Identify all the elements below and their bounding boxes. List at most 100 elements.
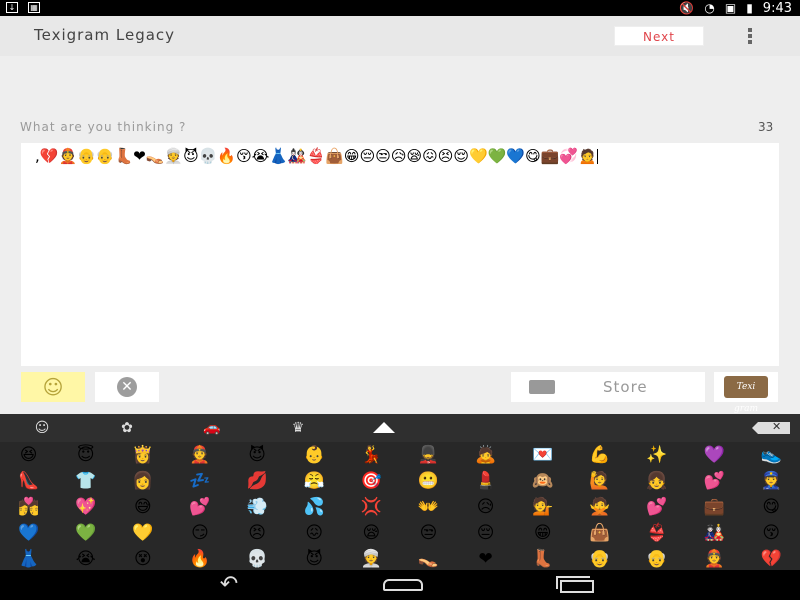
next-button[interactable]: Next	[614, 26, 704, 46]
emoji-key[interactable]: 👟	[743, 442, 800, 468]
emoji-key[interactable]: ✨	[628, 442, 685, 468]
mute-icon: 🔇	[679, 1, 695, 15]
emoji-key[interactable]: 💤	[171, 468, 228, 494]
emoji-key[interactable]: 🎯	[343, 468, 400, 494]
emoji-key[interactable]: 💚	[57, 520, 114, 546]
emoji-key[interactable]: 😇	[57, 442, 114, 468]
emoji-key[interactable]: 👡	[400, 546, 457, 570]
app-title: Texigram Legacy	[34, 26, 176, 44]
emoji-key[interactable]: 💌	[514, 442, 571, 468]
back-icon[interactable]: ↶	[204, 574, 254, 596]
emoji-key[interactable]: 💢	[343, 494, 400, 520]
overflow-menu-icon[interactable]	[746, 27, 754, 45]
emoji-key[interactable]: 💖	[57, 494, 114, 520]
tab-symbols[interactable]: ♛	[278, 414, 318, 442]
emoji-key[interactable]: 😖	[286, 520, 343, 546]
recent-apps-icon[interactable]	[550, 575, 600, 595]
tab-people-active[interactable]	[364, 414, 404, 442]
emoji-key[interactable]: 💕	[171, 494, 228, 520]
emoji-key[interactable]: 👸	[114, 442, 171, 468]
emoji-key[interactable]: 💙	[0, 520, 57, 546]
emoji-key[interactable]: 🔥	[171, 546, 228, 570]
emoji-key[interactable]: 💦	[286, 494, 343, 520]
emoji-key[interactable]: 💼	[686, 494, 743, 520]
sim-icon: ▣	[724, 1, 737, 15]
backspace-icon[interactable]: ✕	[752, 420, 792, 434]
emoji-key[interactable]: 🙅	[571, 494, 628, 520]
emoji-key[interactable]: 😔	[457, 520, 514, 546]
emoji-key[interactable]: 😏	[171, 520, 228, 546]
emoji-key[interactable]: 💄	[457, 468, 514, 494]
emoji-key[interactable]: 😈	[229, 442, 286, 468]
emoji-key[interactable]: 😋	[743, 494, 800, 520]
emoji-key[interactable]: 💔	[743, 546, 800, 570]
emoji-key[interactable]: 😣	[229, 520, 286, 546]
emoji-key[interactable]: 💂	[400, 442, 457, 468]
texigram-logo-button[interactable]: Texi gram	[714, 372, 778, 414]
emoji-key[interactable]: 👢	[514, 546, 571, 570]
emoji-key[interactable]: 👕	[57, 468, 114, 494]
emoji-key[interactable]: 💛	[114, 520, 171, 546]
emoji-key[interactable]: 💕	[628, 494, 685, 520]
emoji-key[interactable]: 🙇	[457, 442, 514, 468]
emoji-key[interactable]: ❤	[457, 546, 514, 570]
texigram-logo-icon: Texi gram	[724, 376, 768, 414]
download-icon: ↓	[6, 2, 18, 13]
emoji-key[interactable]: 💃	[343, 442, 400, 468]
emoji-key[interactable]: 👮	[743, 468, 800, 494]
emoji-key[interactable]: 👧	[628, 468, 685, 494]
emoji-key[interactable]: 👴	[571, 546, 628, 570]
tab-transport[interactable]: 🚗	[192, 414, 232, 442]
emoji-key[interactable]: 😒	[400, 520, 457, 546]
emoji-key[interactable]: 👴	[628, 546, 685, 570]
navigation-bar: ↶	[0, 570, 800, 600]
compose-textarea[interactable]: ,💔👲👴👴👢❤👡👳😈💀🔥😚😭👗🎎👙👜😁😔😒😥😪😖😣😌💛💚💙😋💼💞🙍	[21, 143, 779, 366]
emoji-key[interactable]: 👲	[171, 442, 228, 468]
emoji-key[interactable]: 🙋	[571, 468, 628, 494]
emoji-key[interactable]: 💏	[0, 494, 57, 520]
store-button[interactable]: Store	[511, 372, 705, 402]
tab-smileys[interactable]: ☺	[22, 414, 62, 442]
emoji-key[interactable]: 😭	[57, 546, 114, 570]
emoji-key[interactable]: 💕	[686, 468, 743, 494]
char-counter: 33	[758, 120, 774, 134]
compose-prompt: What are you thinking ?	[20, 120, 187, 134]
emoji-key[interactable]: 😵	[114, 546, 171, 570]
emoji-key[interactable]: 💨	[229, 494, 286, 520]
emoji-key[interactable]: 👠	[0, 468, 57, 494]
emoji-key[interactable]: 👲	[686, 546, 743, 570]
emoji-key[interactable]: 🙉	[514, 468, 571, 494]
emoji-key[interactable]: 👙	[628, 520, 685, 546]
emoji-key[interactable]: 💜	[686, 442, 743, 468]
emoji-key[interactable]: 😅	[114, 494, 171, 520]
battery-icon: ▮	[746, 1, 753, 15]
emoji-key[interactable]: 🎎	[686, 520, 743, 546]
compose-content: ,💔👲👴👴👢❤👡👳😈💀🔥😚😭👗🎎👙👜😁😔😒😥😪😖😣😌💛💚💙😋💼💞🙍	[35, 147, 597, 165]
emoji-key[interactable]: 👗	[0, 546, 57, 570]
emoji-key[interactable]: 😥	[457, 494, 514, 520]
emoji-key[interactable]: 😚	[743, 520, 800, 546]
emoji-key[interactable]: 💀	[229, 546, 286, 570]
text-cursor	[596, 149, 598, 164]
emoji-key[interactable]: 😆	[0, 442, 57, 468]
emoji-key[interactable]: 😤	[286, 468, 343, 494]
emoji-key[interactable]: 😈	[286, 546, 343, 570]
emoji-key[interactable]: 👩	[114, 468, 171, 494]
emoji-button[interactable]: ☺	[21, 372, 85, 402]
emoji-key[interactable]: 😪	[343, 520, 400, 546]
status-bar: ↓ ▦ 🔇 ◔ ▣ ▮ 9:43	[0, 0, 800, 16]
clear-button[interactable]: ✕	[95, 372, 159, 402]
emoji-key[interactable]: 💋	[229, 468, 286, 494]
emoji-key[interactable]: 😬	[400, 468, 457, 494]
emoji-key[interactable]: 💪	[571, 442, 628, 468]
close-icon: ✕	[117, 377, 137, 397]
tab-nature[interactable]: ✿	[107, 414, 147, 442]
home-icon[interactable]	[378, 575, 428, 595]
emoji-key[interactable]: 😁	[514, 520, 571, 546]
emoji-key[interactable]: 💁	[514, 494, 571, 520]
emoji-key[interactable]: 👐	[400, 494, 457, 520]
keyboard-tab-bar: ☺ ✿ 🚗 ♛ ✕	[0, 414, 800, 442]
emoji-key[interactable]: 👳	[343, 546, 400, 570]
emoji-key[interactable]: 👜	[571, 520, 628, 546]
emoji-key[interactable]: 👶	[286, 442, 343, 468]
